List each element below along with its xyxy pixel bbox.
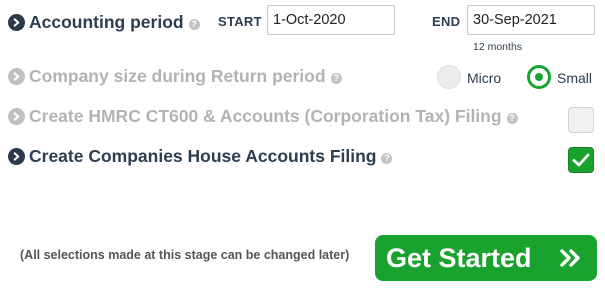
help-icon[interactable]: ? [188,18,200,30]
start-date-input[interactable] [267,5,395,35]
micro-radio-label[interactable]: Micro [467,70,501,86]
companies-house-filing-label: Create Companies House Accounts Filing [29,146,377,166]
help-icon[interactable]: ? [381,152,393,164]
start-date-label: START [218,14,262,29]
checkmark-icon [572,153,590,167]
double-chevron-right-icon [560,249,580,267]
accounting-period-label: Accounting period [29,12,184,32]
hmrc-filing-row: Create HMRC CT600 & Accounts (Corporatio… [8,106,518,127]
hmrc-filing-checkbox[interactable] [568,107,594,133]
company-size-label: Company size during Return period [29,66,326,86]
chevron-right-icon [8,68,25,85]
hmrc-filing-label: Create HMRC CT600 & Accounts (Corporatio… [29,106,502,126]
small-radio[interactable] [527,65,551,89]
chevron-right-icon [8,108,25,125]
small-radio-label[interactable]: Small [557,70,592,86]
help-icon[interactable]: ? [330,72,342,84]
chevron-right-icon [8,14,25,31]
selections-note: (All selections made at this stage can b… [20,248,350,262]
help-icon[interactable]: ? [506,112,518,124]
get-started-label: Get Started [386,242,532,273]
companies-house-filing-row: Create Companies House Accounts Filing ? [8,146,393,167]
company-size-row: Company size during Return period ? [8,66,342,87]
accounting-period-row: Accounting period ? [8,12,200,33]
period-duration: 12 months [473,41,523,53]
micro-radio[interactable] [437,65,461,89]
end-date-label: END [432,14,461,29]
chevron-right-icon [8,148,25,165]
get-started-button[interactable]: Get Started [375,235,597,281]
end-date-input[interactable] [467,5,595,35]
companies-house-filing-checkbox[interactable] [568,147,594,173]
